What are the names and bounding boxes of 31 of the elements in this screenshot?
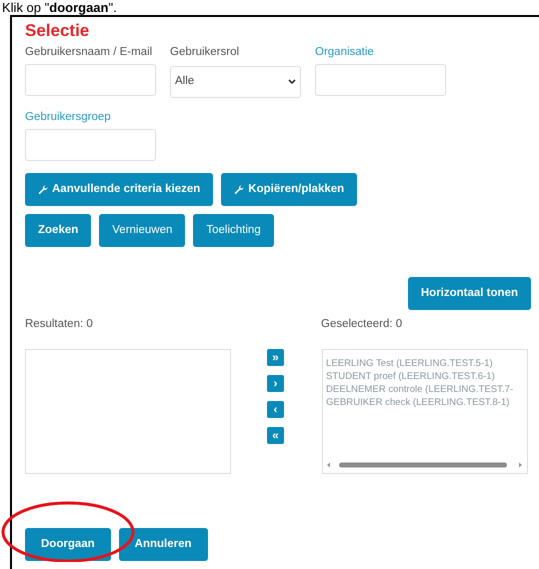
list-item[interactable]: DEELNEMER controle (LEERLING.TEST.7- <box>323 383 527 396</box>
action-button[interactable]: Toelichting <box>193 214 274 247</box>
chevron-down-icon <box>288 79 296 85</box>
section-title: Selectie <box>25 21 90 41</box>
action-button[interactable]: Vernieuwen <box>99 214 186 247</box>
selected-listbox[interactable]: LEERLING Test (LEERLING.TEST.5-1) STUDENT proef (LEERLING.TEST.6-1) DEELNEMER controle (LEERLING.TEST.7- GEBRUIKER check (LEERLING.TEST.8-1) <box>322 349 528 474</box>
footer-button[interactable]: Doorgaan <box>25 528 111 562</box>
text-field[interactable] <box>25 64 156 96</box>
criteria-button[interactable]: Aanvullende criteria kiezen <box>25 173 214 206</box>
transfer-button[interactable]: » <box>267 349 284 366</box>
transfer-button[interactable]: « <box>267 427 284 444</box>
instruction-text: Klik op "doorgaan". <box>1 0 118 15</box>
results-listbox[interactable] <box>25 349 231 474</box>
field-label-link[interactable]: Gebruikersgroep <box>25 110 156 124</box>
role-dropdown[interactable]: Alle <box>170 66 301 98</box>
criteria-button[interactable]: Kopiëren/plakken <box>221 173 358 206</box>
layout-button[interactable]: Horizontaal tonen <box>408 277 531 310</box>
field-label-link[interactable]: Organisatie <box>315 45 446 59</box>
footer-button[interactable]: Annuleren <box>118 528 208 562</box>
transfer-button[interactable]: ‹ <box>267 401 284 418</box>
list-item[interactable]: LEERLING Test (LEERLING.TEST.5-1) <box>323 357 527 370</box>
text-field[interactable] <box>25 129 156 161</box>
field-label: Gebruikersnaam / E-mail <box>25 45 154 59</box>
action-button[interactable]: Zoeken <box>25 214 92 247</box>
results-count: Resultaten: 0 <box>25 317 94 332</box>
selected-count: Geselecteerd: 0 <box>321 317 402 332</box>
list-item[interactable]: STUDENT proef (LEERLING.TEST.6-1) <box>323 370 527 384</box>
transfer-button[interactable]: › <box>267 375 284 392</box>
text-field[interactable] <box>315 64 446 96</box>
list-item[interactable]: GEBRUIKER check (LEERLING.TEST.8-1) <box>323 396 527 410</box>
field-label: Gebruikersrol <box>170 45 240 59</box>
